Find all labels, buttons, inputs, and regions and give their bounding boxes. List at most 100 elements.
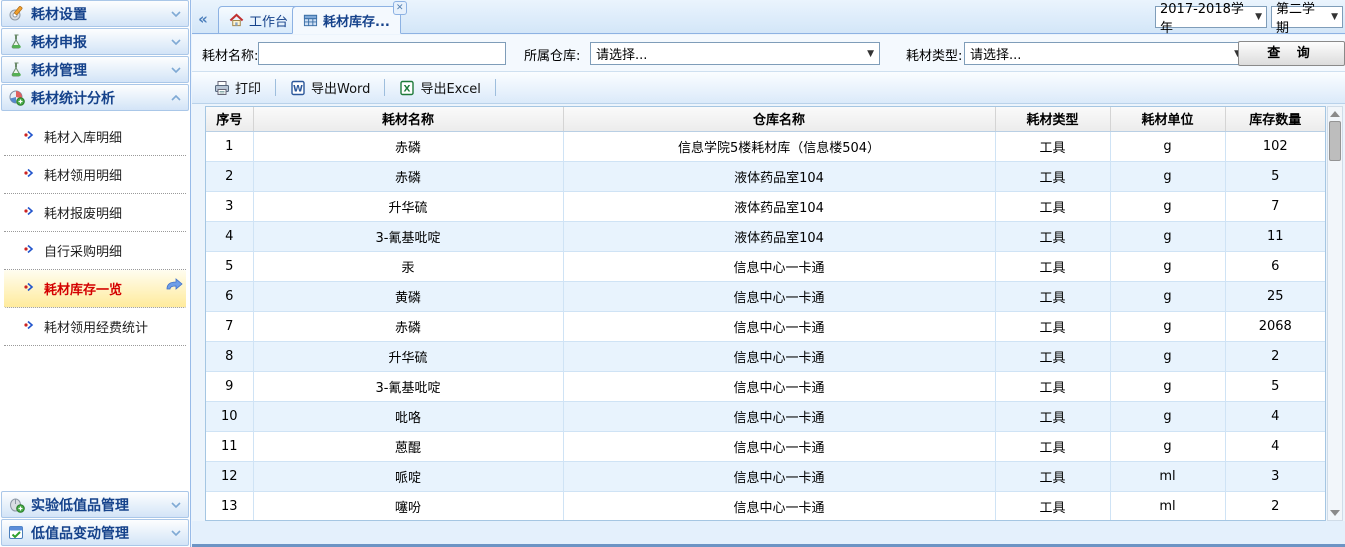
flask-icon	[8, 61, 25, 78]
cell-type: 工具	[995, 161, 1110, 191]
scroll-down-icon[interactable]	[1330, 510, 1340, 516]
table-row[interactable]: 3 升华硫 液体药品室104 工具 g 7	[206, 191, 1325, 221]
cell-warehouse: 信息中心一卡通	[563, 371, 995, 401]
cell-warehouse: 信息中心一卡通	[563, 281, 995, 311]
cell-unit: g	[1110, 191, 1225, 221]
gear-pencil-icon	[8, 5, 25, 22]
print-label: 打印	[235, 78, 261, 97]
chevron-up-icon	[170, 92, 182, 104]
svg-text:X: X	[404, 84, 411, 94]
scrollbar-thumb[interactable]	[1329, 121, 1341, 161]
cell-type: 工具	[995, 431, 1110, 461]
cell-index: 8	[206, 341, 253, 371]
sidebar-group-consumable-management[interactable]: 耗材管理	[1, 56, 189, 83]
search-button[interactable]: 查 询	[1238, 41, 1345, 66]
warehouse-select-value: 请选择...	[596, 44, 647, 63]
cell-unit: g	[1110, 311, 1225, 341]
tab-stock-overview[interactable]: 耗材库存... ✕	[292, 6, 401, 34]
cell-quantity: 6	[1225, 251, 1325, 281]
table-row[interactable]: 2 赤磷 液体药品室104 工具 g 5	[206, 161, 1325, 191]
type-select[interactable]: 请选择... ▼	[964, 42, 1247, 65]
sidebar-group-label: 低值品变动管理	[31, 523, 164, 543]
sidebar-item-inbound-detail[interactable]: 耗材入库明细	[4, 118, 186, 156]
school-year-select[interactable]: 2017-2018学年 ▼	[1155, 6, 1267, 28]
table-row[interactable]: 12 哌啶 信息中心一卡通 工具 ml 3	[206, 461, 1325, 491]
table-row[interactable]: 9 3-氰基吡啶 信息中心一卡通 工具 g 5	[206, 371, 1325, 401]
semester-value: 第二学期	[1276, 0, 1325, 36]
stock-table: 序号 耗材名称 仓库名称 耗材类型 耗材单位 库存数量 1 赤磷 信息学院5楼耗…	[205, 106, 1326, 521]
cell-quantity: 2	[1225, 341, 1325, 371]
column-header-warehouse[interactable]: 仓库名称	[563, 107, 995, 131]
column-header-quantity[interactable]: 库存数量	[1225, 107, 1325, 131]
warehouse-select[interactable]: 请选择... ▼	[590, 42, 880, 65]
cell-name: 黄磷	[253, 281, 563, 311]
sidebar-group-consumable-settings[interactable]: 耗材设置	[1, 0, 189, 27]
table-row[interactable]: 8 升华硫 信息中心一卡通 工具 g 2	[206, 341, 1325, 371]
cell-quantity: 2068	[1225, 311, 1325, 341]
table-row[interactable]: 4 3-氰基吡啶 液体药品室104 工具 g 11	[206, 221, 1325, 251]
sidebar-item-self-purchase-detail[interactable]: 自行采购明细	[4, 232, 186, 270]
cell-type: 工具	[995, 491, 1110, 521]
scroll-up-icon[interactable]	[1330, 111, 1340, 117]
table-row[interactable]: 13 噻吩 信息中心一卡通 工具 ml 2	[206, 491, 1325, 521]
tab-scroll-left-button[interactable]: «	[194, 8, 212, 30]
print-button[interactable]: 打印	[205, 74, 270, 101]
chevron-down-icon: ▼	[867, 49, 874, 59]
sidebar-item-scrap-detail[interactable]: 耗材报废明细	[4, 194, 186, 232]
main-area: « 工作台 耗材库存... ✕ 2017-2018学年 ▼ 第二学期 ▼	[192, 0, 1345, 547]
semester-select[interactable]: 第二学期 ▼	[1271, 6, 1343, 28]
cell-warehouse: 信息中心一卡通	[563, 341, 995, 371]
toolbar-separator	[495, 79, 496, 96]
table-row[interactable]: 1 赤磷 信息学院5楼耗材库（信息楼504） 工具 g 102	[206, 131, 1325, 161]
cell-warehouse: 信息中心一卡通	[563, 311, 995, 341]
sidebar-group-label: 耗材管理	[31, 60, 164, 80]
cell-unit: g	[1110, 431, 1225, 461]
cell-name: 吡咯	[253, 401, 563, 431]
sidebar-item-issue-expense-stats[interactable]: 耗材领用经费统计	[4, 308, 186, 346]
warehouse-filter-label: 所属仓库:	[524, 45, 580, 64]
table-row[interactable]: 10 吡咯 信息中心一卡通 工具 g 4	[206, 401, 1325, 431]
sidebar-group-low-value-management[interactable]: 实验低值品管理	[1, 491, 189, 518]
export-word-button[interactable]: W 导出Word	[281, 74, 379, 101]
sidebar-item-issue-detail[interactable]: 耗材领用明细	[4, 156, 186, 194]
chevron-down-icon	[170, 8, 182, 20]
table-row[interactable]: 5 汞 信息中心一卡通 工具 g 6	[206, 251, 1325, 281]
chevron-down-icon: ▼	[1249, 12, 1262, 22]
sidebar-group-label: 耗材申报	[31, 32, 164, 52]
cell-quantity: 3	[1225, 461, 1325, 491]
school-year-value: 2017-2018学年	[1160, 0, 1249, 36]
cell-index: 10	[206, 401, 253, 431]
arrow-bullet-icon	[24, 206, 34, 216]
column-header-index[interactable]: 序号	[206, 107, 253, 131]
table-row[interactable]: 7 赤磷 信息中心一卡通 工具 g 2068	[206, 311, 1325, 341]
export-excel-label: 导出Excel	[420, 78, 480, 97]
cell-unit: g	[1110, 161, 1225, 191]
sidebar-group-low-value-changes[interactable]: 低值品变动管理	[1, 519, 189, 546]
sidebar-group-label: 实验低值品管理	[31, 495, 164, 515]
column-header-name[interactable]: 耗材名称	[253, 107, 563, 131]
sidebar-item-label: 耗材库存一览	[44, 283, 122, 298]
table-scrollbar[interactable]	[1327, 106, 1343, 521]
chevron-down-icon	[170, 64, 182, 76]
toolbar: 打印 W 导出Word X 导出Excel	[192, 71, 1345, 104]
table-row[interactable]: 11 蒽醌 信息中心一卡通 工具 g 4	[206, 431, 1325, 461]
cell-index: 5	[206, 251, 253, 281]
column-header-unit[interactable]: 耗材单位	[1110, 107, 1225, 131]
cell-unit: g	[1110, 131, 1225, 161]
arrow-bullet-icon	[24, 130, 34, 140]
sidebar-item-stock-overview[interactable]: 耗材库存一览	[4, 270, 186, 308]
tab-workbench[interactable]: 工作台	[218, 6, 299, 34]
tab-close-icon[interactable]: ✕	[393, 1, 407, 15]
column-header-type[interactable]: 耗材类型	[995, 107, 1110, 131]
arrow-bullet-icon	[24, 320, 34, 330]
table-row[interactable]: 6 黄磷 信息中心一卡通 工具 g 25	[206, 281, 1325, 311]
name-filter-label: 耗材名称:	[202, 45, 258, 64]
export-excel-button[interactable]: X 导出Excel	[390, 74, 489, 101]
cell-name: 赤磷	[253, 131, 563, 161]
cell-name: 升华硫	[253, 341, 563, 371]
sidebar-group-consumable-statistics[interactable]: 耗材统计分析	[1, 84, 189, 111]
sidebar-group-label: 耗材设置	[31, 4, 164, 24]
cell-name: 赤磷	[253, 311, 563, 341]
sidebar-group-consumable-application[interactable]: 耗材申报	[1, 28, 189, 55]
consumable-name-input[interactable]	[258, 42, 506, 65]
